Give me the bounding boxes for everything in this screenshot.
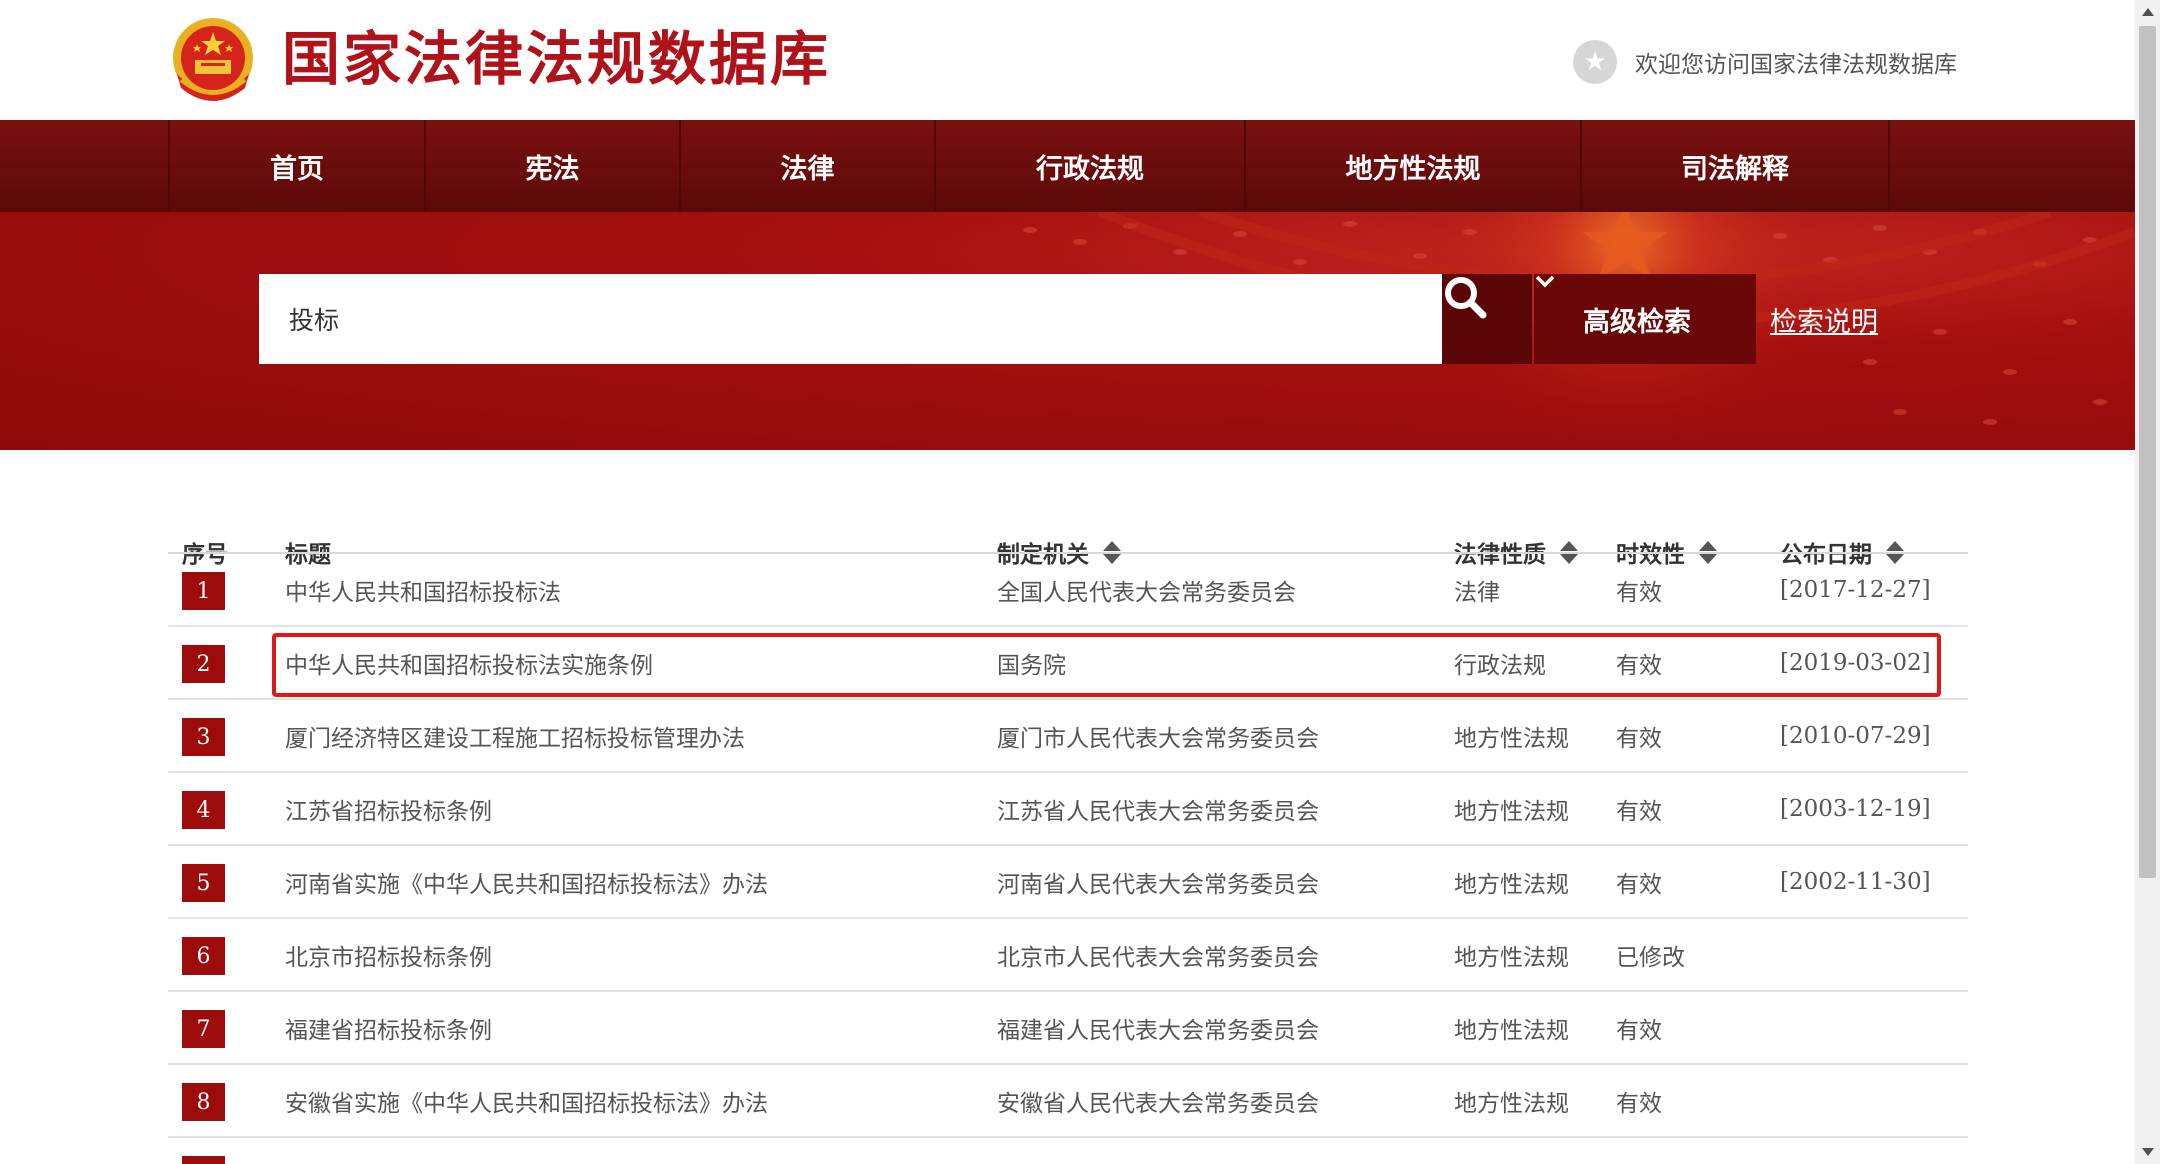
row-title[interactable]: 河南省实施《中华人民共和国招标投标法》办法 (285, 846, 768, 917)
search-icon (1445, 277, 1487, 319)
nav-administrative-regulations[interactable]: 行政法规 (934, 120, 1244, 212)
nav-law[interactable]: 法律 (679, 120, 934, 212)
row-date: [2017-12-27] (1780, 576, 1931, 603)
row-validity: 有效 (1616, 1090, 1662, 1117)
row-title[interactable]: 北京市招标投标条例 (285, 919, 492, 990)
table-row[interactable]: 8 安徽省实施《中华人民共和国招标投标法》办法 安徽省人民代表大会常务委员会 地方性法… (168, 1065, 1968, 1138)
row-title[interactable]: 厦门经济特区建设工程施工招标投标管理办法 (285, 700, 745, 771)
advanced-search-button[interactable]: 高级检索 (1534, 274, 1756, 364)
table-row[interactable]: 3 厦门经济特区建设工程施工招标投标管理办法 厦门市人民代表大会常务委员会 地方性法规… (168, 700, 1968, 773)
row-number-badge (182, 1156, 225, 1164)
scrollbar-thumb[interactable] (2139, 26, 2156, 878)
search-banner: 高级检索 检索说明 (0, 212, 2135, 450)
nav-home[interactable]: 首页 (168, 120, 424, 212)
table-row[interactable]: 5 河南省实施《中华人民共和国招标投标法》办法 河南省人民代表大会常务委员会 地方性法… (168, 846, 1968, 919)
row-title[interactable]: 江苏省招标投标条例 (285, 773, 492, 844)
row-nature: 行政法规 (1454, 652, 1546, 679)
row-number-badge: 7 (182, 1010, 225, 1048)
page-viewport: 国家法律法规数据库 ★ 欢迎您访问国家法律法规数据库 首页 宪法 法律 行政法规… (0, 0, 2135, 1164)
row-validity: 有效 (1616, 798, 1662, 825)
row-nature: 地方性法规 (1454, 871, 1569, 898)
row-number-badge: 2 (182, 645, 225, 683)
table-row[interactable]: 7 福建省招标投标条例 福建省人民代表大会常务委员会 地方性法规 有效 (168, 992, 1968, 1065)
row-number-badge: 5 (182, 864, 225, 902)
row-authority: 厦门市人民代表大会常务委员会 (997, 725, 1319, 752)
row-nature: 地方性法规 (1454, 1017, 1569, 1044)
nav-local-regulations[interactable]: 地方性法规 (1244, 120, 1580, 212)
row-date: [2010-07-29] (1780, 722, 1931, 749)
row-title[interactable]: 福建省招标投标条例 (285, 992, 492, 1063)
row-authority: 江苏省人民代表大会常务委员会 (997, 798, 1319, 825)
row-date: [2002-11-30] (1780, 868, 1931, 895)
nav-judicial-interpretation[interactable]: 司法解释 (1580, 120, 1888, 212)
row-nature: 地方性法规 (1454, 1090, 1569, 1117)
row-title[interactable]: 中华人民共和国招标投标法 (285, 554, 561, 625)
row-nature: 法律 (1454, 579, 1500, 606)
site-header: 国家法律法规数据库 ★ 欢迎您访问国家法律法规数据库 (0, 0, 2135, 120)
row-validity: 已修改 (1616, 944, 1685, 971)
row-date: [2019-03-02] (1780, 649, 1931, 676)
row-number-badge: 8 (182, 1083, 225, 1121)
row-validity: 有效 (1616, 871, 1662, 898)
site-title: 国家法律法规数据库 (282, 25, 832, 93)
row-authority: 国务院 (997, 652, 1066, 679)
main-nav: 首页 宪法 法律 行政法规 地方性法规 司法解释 (0, 120, 2135, 212)
row-number-badge: 6 (182, 937, 225, 975)
national-emblem-icon (173, 18, 253, 101)
row-authority: 全国人民代表大会常务委员会 (997, 579, 1296, 606)
row-title[interactable]: 中华人民共和国招标投标法实施条例 (285, 627, 653, 698)
nav-constitution[interactable]: 宪法 (424, 120, 679, 212)
star-icon: ★ (1573, 40, 1617, 84)
row-authority: 北京市人民代表大会常务委员会 (997, 944, 1319, 971)
search-button[interactable] (1442, 274, 1532, 364)
table-row[interactable]: 1 中华人民共和国招标投标法 全国人民代表大会常务委员会 法律 有效 [2017-12-2… (168, 554, 1968, 627)
row-nature: 地方性法规 (1454, 725, 1569, 752)
row-authority: 安徽省人民代表大会常务委员会 (997, 1090, 1319, 1117)
advanced-search-label: 高级检索 (1583, 306, 1691, 338)
row-number-badge: 1 (182, 572, 225, 610)
table-row[interactable] (168, 1138, 1968, 1164)
row-number-badge: 4 (182, 791, 225, 829)
row-validity: 有效 (1616, 579, 1662, 606)
row-authority: 河南省人民代表大会常务委员会 (997, 871, 1319, 898)
row-number-badge: 3 (182, 718, 225, 756)
scroll-down-arrow-icon[interactable] (2135, 1140, 2160, 1164)
row-nature: 地方性法规 (1454, 944, 1569, 971)
table-row[interactable]: 4 江苏省招标投标条例 江苏省人民代表大会常务委员会 地方性法规 有效 [2003-12-… (168, 773, 1968, 846)
table-row[interactable]: 6 北京市招标投标条例 北京市人民代表大会常务委员会 地方性法规 已修改 (168, 919, 1968, 992)
row-title[interactable]: 安徽省实施《中华人民共和国招标投标法》办法 (285, 1065, 768, 1136)
row-validity: 有效 (1616, 725, 1662, 752)
row-date: [2003-12-19] (1780, 795, 1931, 822)
search-input[interactable] (259, 274, 1442, 364)
row-authority: 福建省人民代表大会常务委员会 (997, 1017, 1319, 1044)
search-help-link[interactable]: 检索说明 (1770, 300, 1878, 339)
vertical-scrollbar[interactable] (2135, 0, 2160, 1164)
table-row[interactable]: 2 中华人民共和国招标投标法实施条例 国务院 行政法规 有效 [2019-03-02] (168, 627, 1968, 700)
scroll-up-arrow-icon[interactable] (2135, 0, 2160, 24)
row-validity: 有效 (1616, 652, 1662, 679)
welcome-message: ★ 欢迎您访问国家法律法规数据库 (1573, 40, 1957, 84)
welcome-text: 欢迎您访问国家法律法规数据库 (1635, 52, 1957, 78)
row-validity: 有效 (1616, 1017, 1662, 1044)
row-nature: 地方性法规 (1454, 798, 1569, 825)
